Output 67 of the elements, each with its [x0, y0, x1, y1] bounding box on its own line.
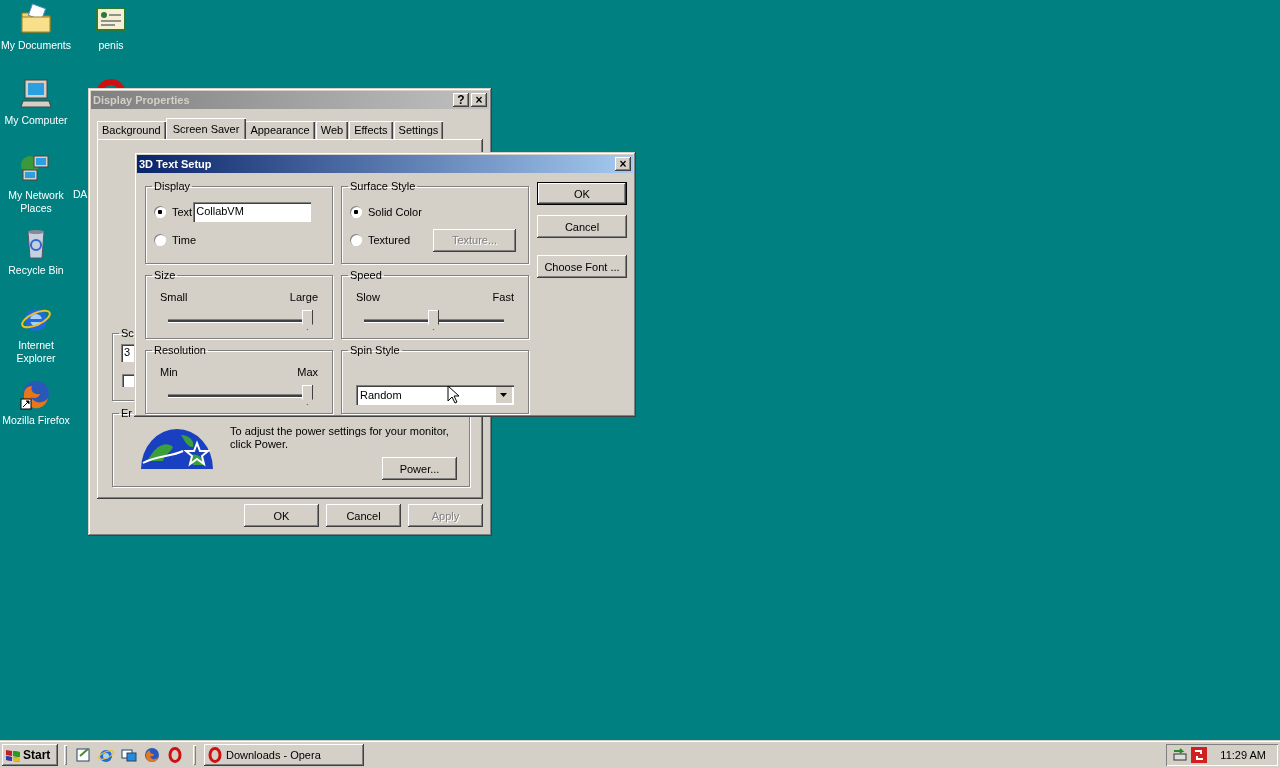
cancel-button[interactable]: Cancel — [326, 504, 401, 527]
icon-label[interactable]: Internet Explorer — [0, 339, 72, 365]
radio-label[interactable]: Time — [172, 234, 197, 246]
slider-thumb[interactable] — [302, 310, 313, 330]
slider-thumb[interactable] — [302, 385, 313, 405]
fox-globe-icon — [20, 378, 52, 410]
group-label: Spin Style — [349, 344, 401, 356]
spin-style-dropdown[interactable]: Random — [356, 385, 514, 405]
slider-min-label: Min — [160, 366, 178, 378]
choose-font-button[interactable]: Choose Font ... — [537, 255, 627, 278]
icon-label[interactable]: Mozilla Firefox — [2, 414, 70, 427]
radio-button[interactable] — [350, 234, 362, 246]
group-label: Resolution — [153, 344, 207, 356]
radio-label[interactable]: Textured — [368, 234, 411, 246]
taskbar-button[interactable]: Downloads - Opera — [204, 744, 364, 766]
tab[interactable]: Appearance — [245, 121, 315, 139]
ring-icon — [208, 747, 222, 763]
tab[interactable]: Web — [315, 121, 349, 139]
icon-label[interactable]: My Documents — [1, 39, 71, 52]
folder-icon — [20, 3, 52, 35]
power-button[interactable]: Power... — [382, 457, 457, 480]
ok-button[interactable]: OK — [537, 182, 627, 205]
radio-button[interactable] — [350, 206, 362, 218]
windows-icon[interactable] — [121, 747, 137, 763]
text-field[interactable]: CollabVM — [193, 202, 312, 222]
group-label: Size — [153, 269, 177, 281]
slider-min-label: Slow — [356, 291, 380, 303]
radio-label[interactable]: Text — [172, 206, 193, 218]
group-label: Surface Style — [349, 180, 417, 192]
slider-max-label: Max — [297, 366, 318, 378]
group-label: Sc — [120, 327, 135, 339]
network-computer-icon — [1172, 747, 1188, 763]
group-label: Speed — [349, 269, 383, 281]
group-label: Display — [153, 180, 192, 192]
windows-flag-icon — [5, 748, 21, 762]
cancel-button[interactable]: Cancel — [537, 215, 627, 238]
window-title: Display Properties — [93, 94, 191, 106]
tab[interactable]: Screen Saver — [165, 118, 247, 139]
fox-globe-icon[interactable] — [144, 747, 160, 763]
mouse-pointer-icon — [447, 385, 459, 404]
globe-e-icon[interactable] — [98, 747, 114, 763]
arrows-icon — [1191, 747, 1207, 763]
tab[interactable]: Settings — [393, 121, 444, 139]
slider-thumb[interactable] — [428, 310, 439, 330]
ring-icon[interactable] — [167, 747, 183, 763]
tab[interactable]: Effects — [349, 121, 393, 139]
window-title: 3D Text Setup — [139, 158, 213, 170]
slider-min-label: Small — [160, 291, 188, 303]
ok-button[interactable]: OK — [244, 504, 319, 527]
tab[interactable]: Background — [97, 121, 166, 139]
radio-label[interactable]: Solid Color — [368, 206, 422, 218]
icon-label[interactable]: penis — [98, 39, 124, 52]
start-button[interactable]: Start — [2, 744, 58, 766]
computer-icon — [20, 78, 52, 110]
radio-button[interactable] — [154, 206, 166, 218]
close-button[interactable]: × — [615, 157, 631, 171]
group-label: Er — [120, 407, 133, 419]
radio-button[interactable] — [154, 234, 166, 246]
icon-label[interactable]: My Network Places — [0, 189, 72, 215]
icon-label[interactable]: DA — [73, 188, 87, 201]
power-settings-text: To adjust the power settings for your monitor, click Power. — [230, 425, 450, 451]
slider-max-label: Fast — [492, 291, 514, 303]
slider-max-label: Large — [289, 291, 318, 303]
icon-label[interactable]: My Computer — [4, 114, 68, 127]
notepad-icon[interactable] — [75, 747, 91, 763]
icon-label[interactable]: Recycle Bin — [8, 264, 64, 277]
clock: 11:29 AM — [1220, 749, 1266, 761]
